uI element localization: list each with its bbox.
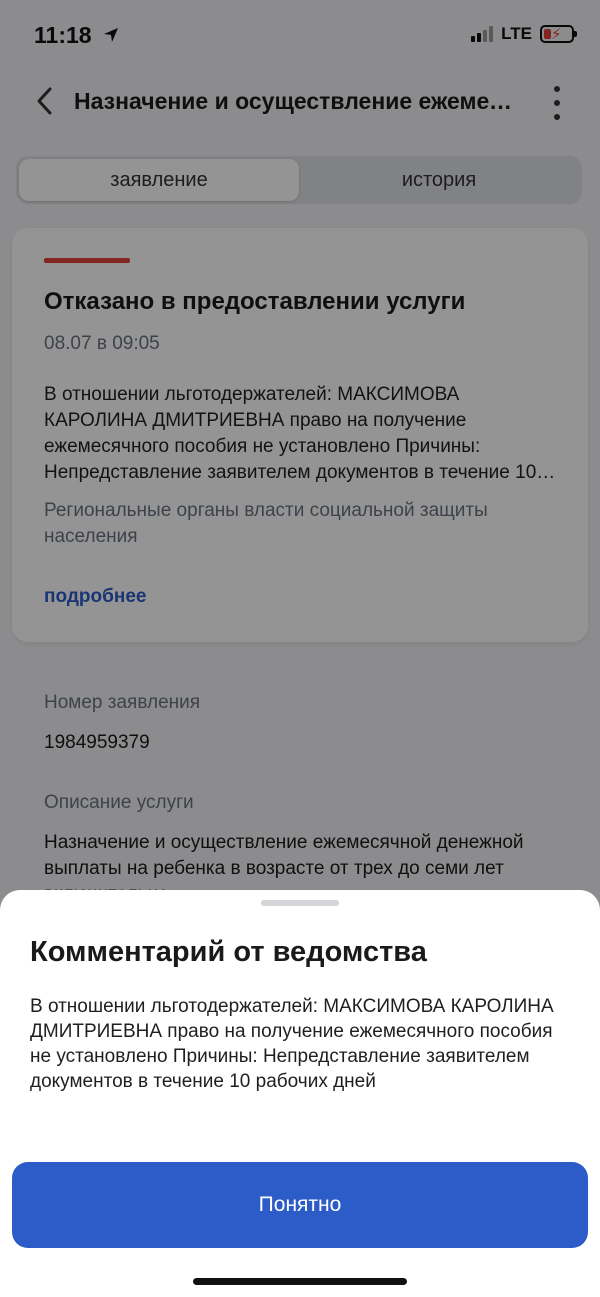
sheet-comment-text: В отношении льготодержателей: МАКСИМОВА … [30, 996, 554, 1092]
sheet-title: Комментарий от ведомства [30, 936, 427, 968]
home-indicator [193, 1278, 407, 1285]
sheet-grabber[interactable] [261, 900, 339, 906]
ok-button[interactable]: Понятно [12, 1162, 588, 1248]
comment-bottom-sheet: Комментарий от ведомства В отношении льг… [0, 890, 600, 1297]
